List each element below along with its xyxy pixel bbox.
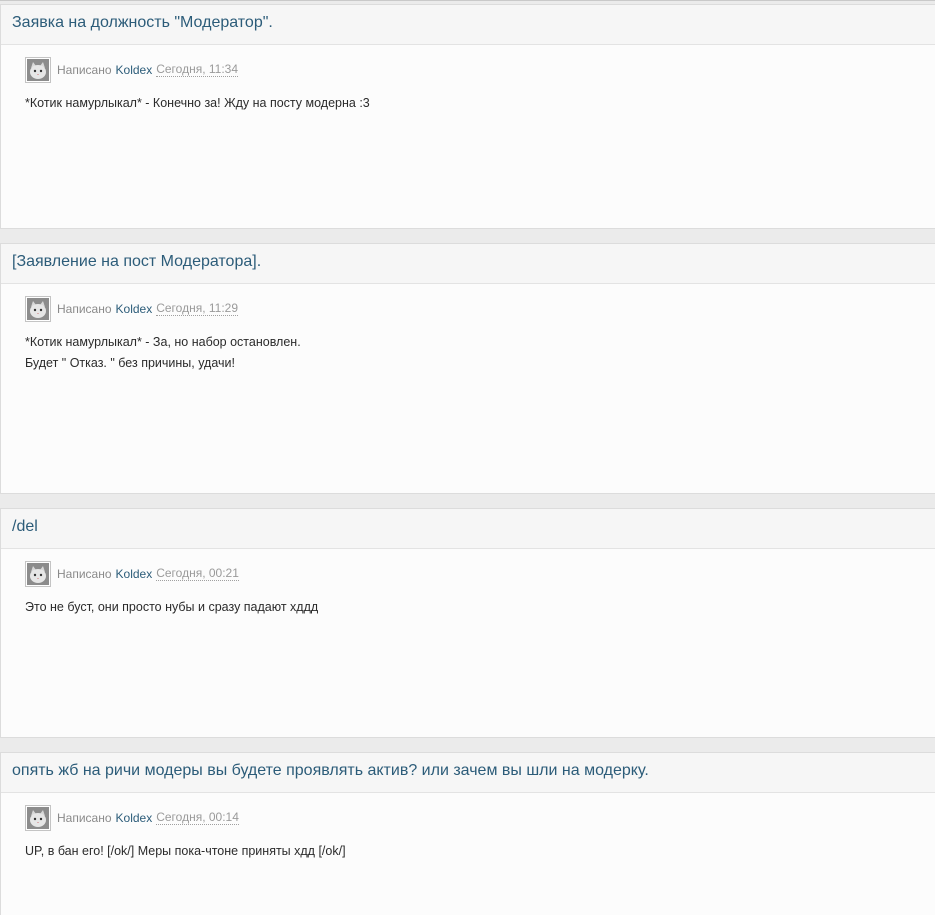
post-title-link[interactable]: опять жб на ричи модеры вы будете проявл… bbox=[1, 753, 935, 793]
post-title-link[interactable]: /del bbox=[1, 509, 935, 549]
post-date: Сегодня, 00:21 bbox=[156, 566, 239, 581]
post-body: Написано Koldex Сегодня, 00:21 Это не бу… bbox=[1, 561, 935, 618]
post-text-line: *Котик намурлыкал* - За, но набор остано… bbox=[25, 335, 301, 349]
cat-avatar-icon bbox=[27, 563, 49, 585]
cat-avatar-icon bbox=[27, 807, 49, 829]
post-text-line: Будет " Отказ. " без причины, удачи! bbox=[25, 356, 235, 370]
written-label: Написано bbox=[57, 811, 112, 825]
post-meta: Написано Koldex Сегодня, 11:34 bbox=[25, 57, 935, 83]
avatar[interactable] bbox=[25, 57, 51, 83]
post-text-line: *Котик намурлыкал* - Конечно за! Жду на … bbox=[25, 96, 370, 110]
post-list: Заявка на должность "Модератор". Написан… bbox=[0, 0, 935, 915]
post-body: Написано Koldex Сегодня, 11:29 *Котик на… bbox=[1, 296, 935, 374]
cat-avatar-icon bbox=[27, 298, 49, 320]
author-link[interactable]: Koldex bbox=[116, 302, 153, 316]
post-card: /del Написано Koldex Сегодня, 00:21 Это … bbox=[0, 508, 935, 738]
author-link[interactable]: Koldex bbox=[116, 811, 153, 825]
post-body: Написано Koldex Сегодня, 00:14 UP, в бан… bbox=[1, 805, 935, 862]
post-meta: Написано Koldex Сегодня, 11:29 bbox=[25, 296, 935, 322]
post-date: Сегодня, 11:29 bbox=[156, 301, 239, 316]
avatar[interactable] bbox=[25, 561, 51, 587]
post-date: Сегодня, 11:34 bbox=[156, 62, 239, 77]
post-content: *Котик намурлыкал* - За, но набор остано… bbox=[25, 332, 935, 374]
author-link[interactable]: Koldex bbox=[116, 567, 153, 581]
written-label: Написано bbox=[57, 63, 112, 77]
post-text-line: UP, в бан его! [/ok/] Меры пока-чтоне пр… bbox=[25, 844, 346, 858]
post-date: Сегодня, 00:14 bbox=[156, 810, 239, 825]
post-title-link[interactable]: [Заявление на пост Модератора]. bbox=[1, 244, 935, 284]
avatar[interactable] bbox=[25, 296, 51, 322]
post-text-line: Это не буст, они просто нубы и сразу пад… bbox=[25, 600, 319, 614]
post-meta: Написано Koldex Сегодня, 00:14 bbox=[25, 805, 935, 831]
post-content: *Котик намурлыкал* - Конечно за! Жду на … bbox=[25, 93, 935, 114]
written-label: Написано bbox=[57, 302, 112, 316]
avatar[interactable] bbox=[25, 805, 51, 831]
post-card: [Заявление на пост Модератора]. Написано bbox=[0, 243, 935, 494]
post-card: опять жб на ричи модеры вы будете проявл… bbox=[0, 752, 935, 915]
cat-avatar-icon bbox=[27, 59, 49, 81]
post-meta: Написано Koldex Сегодня, 00:21 bbox=[25, 561, 935, 587]
post-title-link[interactable]: Заявка на должность "Модератор". bbox=[1, 5, 935, 45]
written-label: Написано bbox=[57, 567, 112, 581]
post-content: UP, в бан его! [/ok/] Меры пока-чтоне пр… bbox=[25, 841, 935, 862]
post-content: Это не буст, они просто нубы и сразу пад… bbox=[25, 597, 935, 618]
post-body: Написано Koldex Сегодня, 11:34 *Котик на… bbox=[1, 57, 935, 114]
post-card: Заявка на должность "Модератор". Написан… bbox=[0, 4, 935, 229]
author-link[interactable]: Koldex bbox=[116, 63, 153, 77]
